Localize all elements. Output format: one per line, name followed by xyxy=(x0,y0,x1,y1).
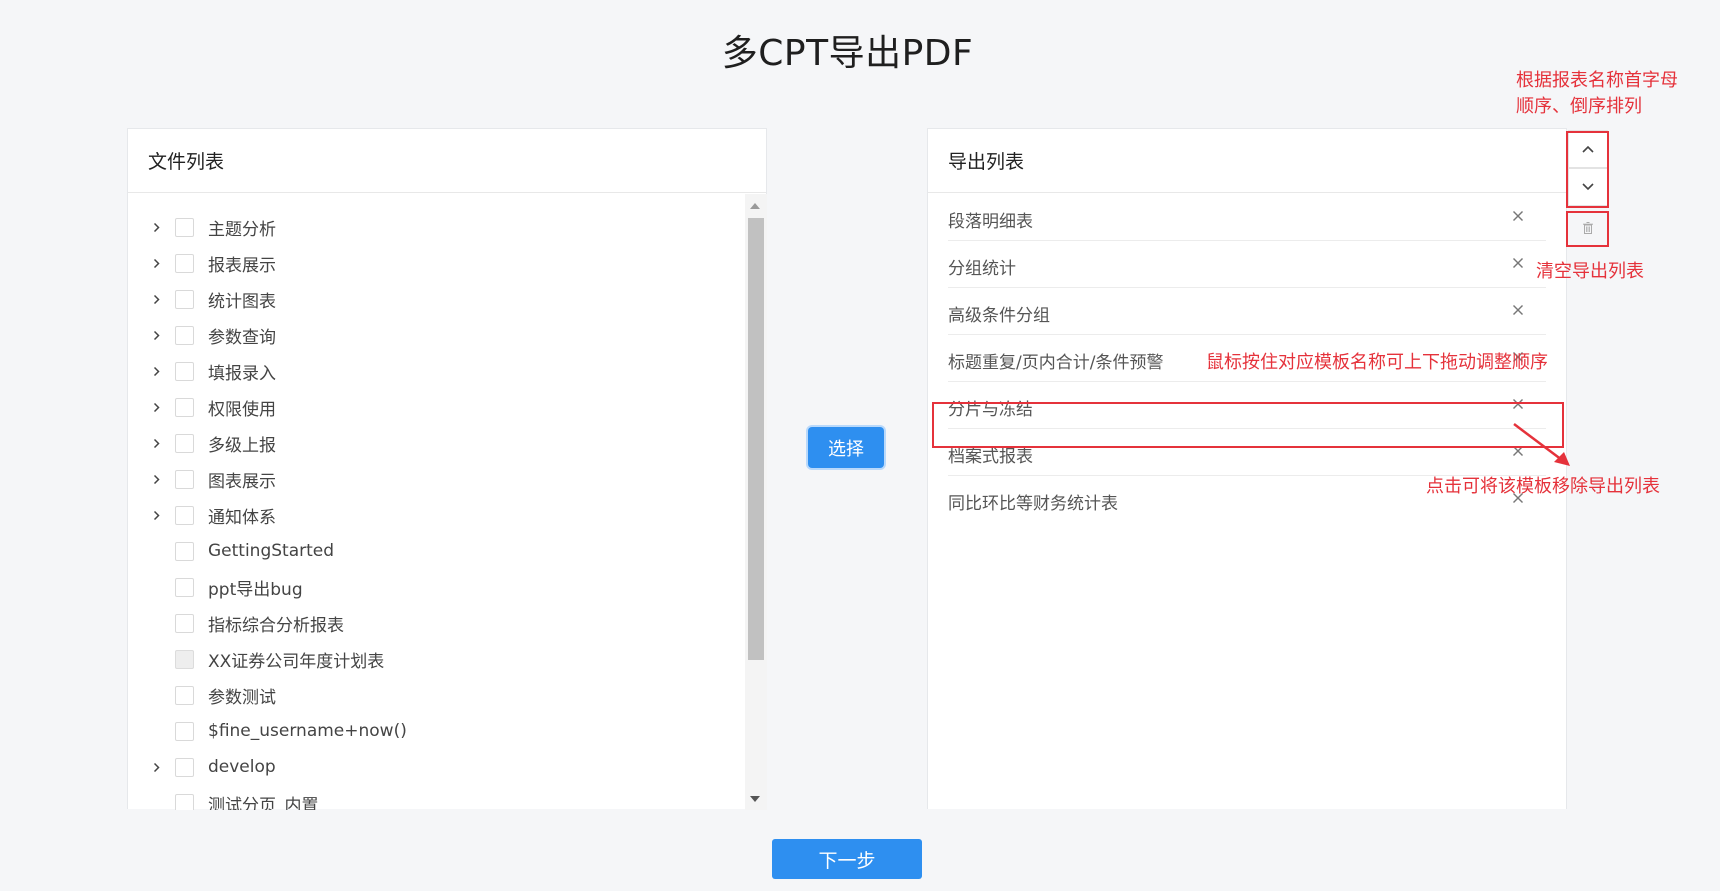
tree-node-label[interactable]: 图表展示 xyxy=(208,467,276,492)
export-list-item[interactable]: 分组统计 xyxy=(948,241,1546,288)
tree-node-checkbox xyxy=(175,649,194,669)
export-item-label[interactable]: 同比环比等财务统计表 xyxy=(948,489,1118,514)
clear-note: 清空导出列表 xyxy=(1536,261,1644,282)
tree-node[interactable]: 参数查询 xyxy=(128,320,738,350)
export-list-panel: 导出列表 段落明细表 分组统计 高级条件分组 标题重复/页内合计/条件预警 分片与冻结档… xyxy=(927,128,1567,809)
tree-node-label[interactable]: 通知体系 xyxy=(208,503,276,528)
tree-node[interactable]: develop xyxy=(128,752,738,782)
tree-node-checkbox[interactable] xyxy=(175,757,194,777)
drag-note: 鼠标按住对应模板名称可上下拖动调整顺序 xyxy=(1206,352,1548,373)
file-tree: 主题分析报表展示统计图表参数查询填报录入权限使用多级上报图表展示通知体系 Gett… xyxy=(128,194,745,810)
tree-node-checkbox[interactable] xyxy=(175,397,194,417)
tree-node[interactable]: 主题分析 xyxy=(128,212,738,242)
close-icon[interactable] xyxy=(1508,206,1528,226)
export-item-label[interactable]: 分组统计 xyxy=(948,254,1016,279)
sort-note-line-2: 顺序、倒序排列 xyxy=(1516,96,1642,117)
tree-node-label[interactable]: ppt导出bug xyxy=(208,575,303,600)
select-button[interactable]: 选择 xyxy=(808,427,884,468)
tree-node-checkbox[interactable] xyxy=(175,793,194,810)
sort-note-line-1: 根据报表名称首字母 xyxy=(1516,70,1678,91)
tree-node[interactable]: $fine_username+now() xyxy=(128,716,738,746)
tree-node-checkbox[interactable] xyxy=(175,289,194,309)
tree-node-label[interactable]: GettingStarted xyxy=(208,541,334,561)
clear-button-highlight xyxy=(1566,211,1609,247)
tree-node-label[interactable]: 报表展示 xyxy=(208,251,276,276)
tree-node[interactable]: 参数测试 xyxy=(128,680,738,710)
file-list-header: 文件列表 xyxy=(128,129,766,193)
tree-node[interactable]: GettingStarted xyxy=(128,536,738,566)
tree-node[interactable]: 图表展示 xyxy=(128,464,738,494)
tree-node-label[interactable]: 参数查询 xyxy=(208,323,276,348)
tree-node-label[interactable]: 指标综合分析报表 xyxy=(208,611,344,636)
tree-node-checkbox[interactable] xyxy=(175,685,194,705)
close-icon[interactable] xyxy=(1508,300,1528,320)
drag-item-highlight xyxy=(932,402,1564,448)
tree-node-checkbox[interactable] xyxy=(175,613,194,633)
tree-node[interactable]: ppt导出bug xyxy=(128,572,738,602)
tree-node[interactable]: 多级上报 xyxy=(128,428,738,458)
scroll-down-arrow-icon[interactable] xyxy=(750,796,760,802)
export-item-label[interactable]: 段落明细表 xyxy=(948,207,1033,232)
chevron-right-icon[interactable] xyxy=(150,221,162,233)
annotation-arrow-icon xyxy=(1513,423,1570,466)
tree-node[interactable]: 指标综合分析报表 xyxy=(128,608,738,638)
tree-node-label[interactable]: XX证券公司年度计划表 xyxy=(208,647,384,672)
tree-node[interactable]: XX证券公司年度计划表 xyxy=(128,644,738,674)
tree-node[interactable]: 报表展示 xyxy=(128,248,738,278)
export-item-label[interactable]: 高级条件分组 xyxy=(948,301,1050,326)
tree-node-label[interactable]: 参数测试 xyxy=(208,683,276,708)
tree-node-checkbox[interactable] xyxy=(175,721,194,741)
tree-node-checkbox[interactable] xyxy=(175,361,194,381)
chevron-right-icon[interactable] xyxy=(150,293,162,305)
chevron-right-icon[interactable] xyxy=(150,509,162,521)
tree-node-label[interactable]: 多级上报 xyxy=(208,431,276,456)
export-item-label[interactable]: 标题重复/页内合计/条件预警 xyxy=(948,348,1163,373)
file-list-panel: 文件列表 主题分析报表展示统计图表参数查询填报录入权限使用多级上报图表展示通知体… xyxy=(127,128,767,810)
tree-node[interactable]: 统计图表 xyxy=(128,284,738,314)
tree-node-checkbox[interactable] xyxy=(175,325,194,345)
tree-node-checkbox[interactable] xyxy=(175,433,194,453)
page: 多CPT导出PDF 文件列表 主题分析报表展示统计图表参数查询填报录入权限使用多… xyxy=(0,0,1720,891)
export-list-item[interactable]: 段落明细表 xyxy=(948,194,1546,241)
chevron-right-icon[interactable] xyxy=(150,761,162,773)
tree-node-checkbox[interactable] xyxy=(175,577,194,597)
export-list-header: 导出列表 xyxy=(928,129,1566,193)
tree-node[interactable]: 测试分页_内置 xyxy=(128,788,738,810)
scroll-thumb[interactable] xyxy=(748,218,764,660)
tree-node-checkbox[interactable] xyxy=(175,505,194,525)
close-icon[interactable] xyxy=(1508,253,1528,273)
tree-node-label[interactable]: 统计图表 xyxy=(208,287,276,312)
next-step-button[interactable]: 下一步 xyxy=(772,839,922,879)
tree-node-checkbox[interactable] xyxy=(175,541,194,561)
file-list-scrollbar[interactable] xyxy=(745,194,767,810)
remove-note: 点击可将该模板移除导出列表 xyxy=(1426,476,1660,497)
tree-node-label[interactable]: 主题分析 xyxy=(208,215,276,240)
sort-buttons-highlight xyxy=(1566,131,1609,208)
tree-node-label[interactable]: 测试分页_内置 xyxy=(208,791,319,811)
tree-node-checkbox[interactable] xyxy=(175,217,194,237)
tree-node-label[interactable]: 填报录入 xyxy=(208,359,276,384)
tree-node[interactable]: 填报录入 xyxy=(128,356,738,386)
chevron-right-icon[interactable] xyxy=(150,329,162,341)
page-title: 多CPT导出PDF xyxy=(721,33,974,74)
tree-node-checkbox[interactable] xyxy=(175,469,194,489)
chevron-right-icon[interactable] xyxy=(150,365,162,377)
tree-node-label[interactable]: $fine_username+now() xyxy=(208,721,407,741)
tree-node-label[interactable]: 权限使用 xyxy=(208,395,276,420)
export-list-item[interactable]: 高级条件分组 xyxy=(948,288,1546,335)
tree-node-label[interactable]: develop xyxy=(208,757,276,777)
chevron-right-icon[interactable] xyxy=(150,257,162,269)
tree-node[interactable]: 权限使用 xyxy=(128,392,738,422)
chevron-right-icon[interactable] xyxy=(150,401,162,413)
chevron-right-icon[interactable] xyxy=(150,473,162,485)
tree-node[interactable]: 通知体系 xyxy=(128,500,738,530)
tree-node-checkbox[interactable] xyxy=(175,253,194,273)
scroll-up-arrow-icon[interactable] xyxy=(750,203,760,209)
chevron-right-icon[interactable] xyxy=(150,437,162,449)
